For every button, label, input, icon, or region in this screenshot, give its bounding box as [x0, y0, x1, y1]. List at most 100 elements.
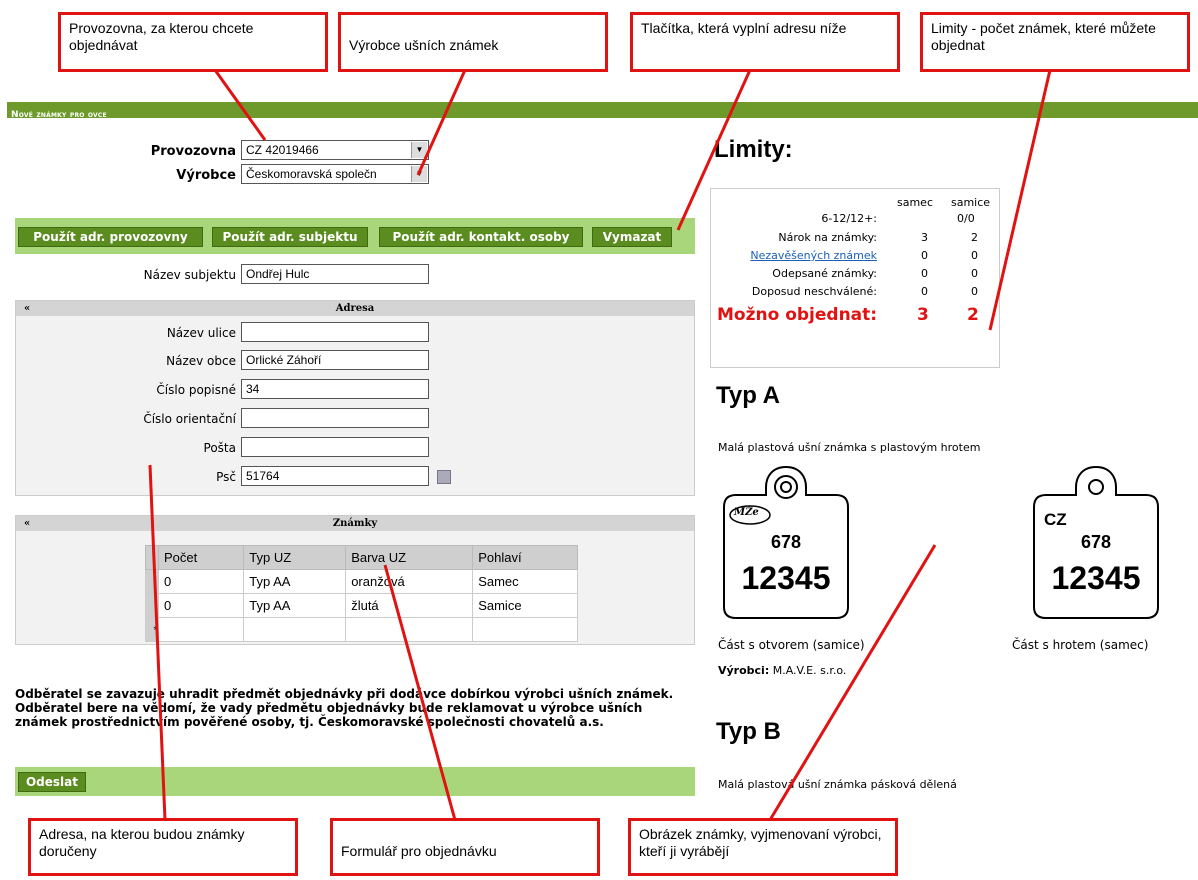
type-a-description: Malá plastová ušní známka s plastovým hr…: [718, 441, 981, 454]
annotation-obrazek: Obrázek známky, vyjmenovaní výrobci, kte…: [628, 818, 898, 876]
subject-name-input[interactable]: Ondřej Hulc: [241, 264, 429, 284]
city-input[interactable]: Orlické Záhoří: [241, 350, 429, 370]
cell-color[interactable]: oranžová: [345, 569, 474, 594]
can-order-label: Možno objednat:: [717, 305, 878, 325]
cell-type[interactable]: Typ AA: [243, 569, 347, 594]
subject-label: Název subjektu: [143, 268, 236, 282]
unhung-tags-link[interactable]: Nezavěšených známek: [711, 249, 877, 262]
page-header-bar: Nové známky pro ovce: [7, 102, 1198, 120]
column-header: Pohlaví: [472, 545, 578, 570]
notice-text: Odběratel se zavazuje uhradit předmět ob…: [15, 687, 705, 729]
address-buttons-panel: Použít adr. provozovny Použít adr. subje…: [15, 218, 695, 254]
provozovna-value: CZ 42019466: [246, 143, 319, 157]
limits-col-female: samice: [951, 196, 991, 209]
collapse-icon[interactable]: «: [24, 301, 30, 316]
limits-age-label: 6-12/12+:: [821, 212, 877, 225]
cell-color[interactable]: [345, 617, 474, 642]
row-header-corner: [145, 545, 159, 570]
vyrobce-select[interactable]: Českomoravská společn ▼: [241, 164, 429, 184]
street-label: Název ulice: [166, 326, 236, 340]
zip-lookup-icon[interactable]: [437, 470, 451, 484]
orientation-number-input[interactable]: [241, 408, 429, 428]
row-header[interactable]: [145, 593, 159, 618]
table-row[interactable]: 0 Typ AA oranžová Samec: [145, 569, 578, 594]
table-header-row: Počet Typ UZ Barva UZ Pohlaví: [145, 545, 578, 570]
clear-button[interactable]: Vymazat: [592, 227, 672, 247]
cell-type[interactable]: Typ AA: [243, 593, 347, 618]
tag-number-big: 12345: [741, 560, 831, 596]
limits-row-label: Nárok na známky:: [778, 231, 877, 244]
cell-sex[interactable]: Samec: [472, 569, 578, 594]
zip-label: Psč: [216, 470, 236, 484]
tags-section-header[interactable]: « Známky: [16, 516, 694, 531]
annotation-limity: Limity - počet známek, které můžete obje…: [920, 12, 1190, 72]
cell-count[interactable]: 0: [157, 569, 245, 594]
limits-row-female: 0: [971, 249, 978, 262]
address-section-title: Adresa: [335, 303, 375, 314]
limits-row-female: 0: [971, 285, 978, 298]
limits-box: samec samice 6-12/12+: 0/0 Nárok na znám…: [710, 188, 1000, 368]
tag-caption-male: Část s hrotem (samec): [1012, 638, 1149, 652]
type-b-description: Malá plastová ušní známka pásková dělená: [718, 778, 957, 791]
annotation-adresa: Adresa, na kterou budou známky doručeny: [28, 818, 298, 876]
column-header: Barva UZ: [345, 545, 474, 570]
limits-col-male: samec: [897, 196, 934, 209]
chevron-down-icon[interactable]: ▼: [411, 142, 427, 158]
makers-value: M.A.V.E. s.r.o.: [772, 664, 847, 677]
tag-country: CZ: [1044, 510, 1067, 529]
new-row-marker: *: [145, 617, 159, 642]
can-order-female: 2: [967, 305, 979, 325]
limits-row-male: 3: [921, 231, 928, 244]
notice-line: Odběratel bere na vědomí, že vady předmě…: [15, 701, 643, 715]
collapse-icon[interactable]: «: [24, 516, 30, 531]
cell-type[interactable]: [243, 617, 347, 642]
limits-row-male: 0: [921, 285, 928, 298]
post-input[interactable]: [241, 437, 429, 457]
makers-label: Výrobci:: [718, 664, 770, 677]
limits-row-male: 0: [921, 267, 928, 280]
chevron-down-icon[interactable]: ▼: [411, 166, 427, 182]
use-contact-address-button[interactable]: Použít adr. kontakt. osoby: [379, 227, 583, 247]
house-number-input[interactable]: 34: [241, 379, 429, 399]
cell-sex[interactable]: Samice: [472, 593, 578, 618]
provozovna-select[interactable]: CZ 42019466 ▼: [241, 140, 429, 160]
row-header[interactable]: [145, 569, 159, 594]
limits-title: Limity:: [714, 136, 793, 163]
tag-number-small: 678: [1080, 532, 1112, 552]
annotation-formular: Formulář pro objednávku: [330, 818, 600, 876]
zip-input[interactable]: 51764: [241, 466, 429, 486]
use-prov-address-button[interactable]: Použít adr. provozovny: [18, 227, 203, 247]
tag-image-female: MŽe 678 12345: [720, 465, 852, 620]
limits-row-label: Doposud neschválené:: [751, 285, 877, 298]
use-subject-address-button[interactable]: Použít adr. subjektu: [212, 227, 368, 247]
street-input[interactable]: [241, 322, 429, 342]
city-label: Název obce: [166, 354, 236, 368]
notice-line: známek prostřednictvím pověřené osoby, t…: [15, 715, 604, 729]
annotation-vyrobce: Výrobce ušních známek: [338, 12, 608, 72]
provozovna-label: Provozovna: [150, 144, 236, 159]
annotation-provozovna: Provozovna, za kterou chcete objednávat: [58, 12, 328, 72]
new-table-row[interactable]: *: [145, 617, 578, 642]
cell-count[interactable]: [157, 617, 245, 642]
limits-row-male: 0: [921, 249, 928, 262]
address-section-header[interactable]: « Adresa: [16, 301, 694, 316]
tag-image-male: CZ 678 12345: [1030, 465, 1162, 620]
submit-panel: Odeslat: [15, 767, 695, 796]
tag-caption-female: Část s otvorem (samice): [718, 638, 865, 652]
orientation-number-label: Číslo orientační: [143, 412, 236, 426]
vyrobce-label: Výrobce: [176, 168, 236, 183]
can-order-male: 3: [917, 305, 929, 325]
post-label: Pošta: [203, 441, 236, 455]
annotation-tlacitka: Tlačítka, která vyplní adresu níže: [630, 12, 900, 72]
tag-number-big: 12345: [1051, 560, 1141, 596]
submit-button[interactable]: Odeslat: [18, 772, 86, 792]
vyrobce-value: Českomoravská společn: [246, 167, 377, 181]
cell-color[interactable]: žlutá: [345, 593, 474, 618]
limits-row-label: Odepsané známky:: [772, 267, 877, 280]
tag-number-small: 678: [770, 532, 802, 552]
cell-sex[interactable]: [472, 617, 578, 642]
cell-count[interactable]: 0: [157, 593, 245, 618]
page-title: Nové známky pro ovce: [11, 110, 107, 120]
table-row[interactable]: 0 Typ AA žlutá Samice: [145, 593, 578, 618]
column-header: Počet: [157, 545, 245, 570]
